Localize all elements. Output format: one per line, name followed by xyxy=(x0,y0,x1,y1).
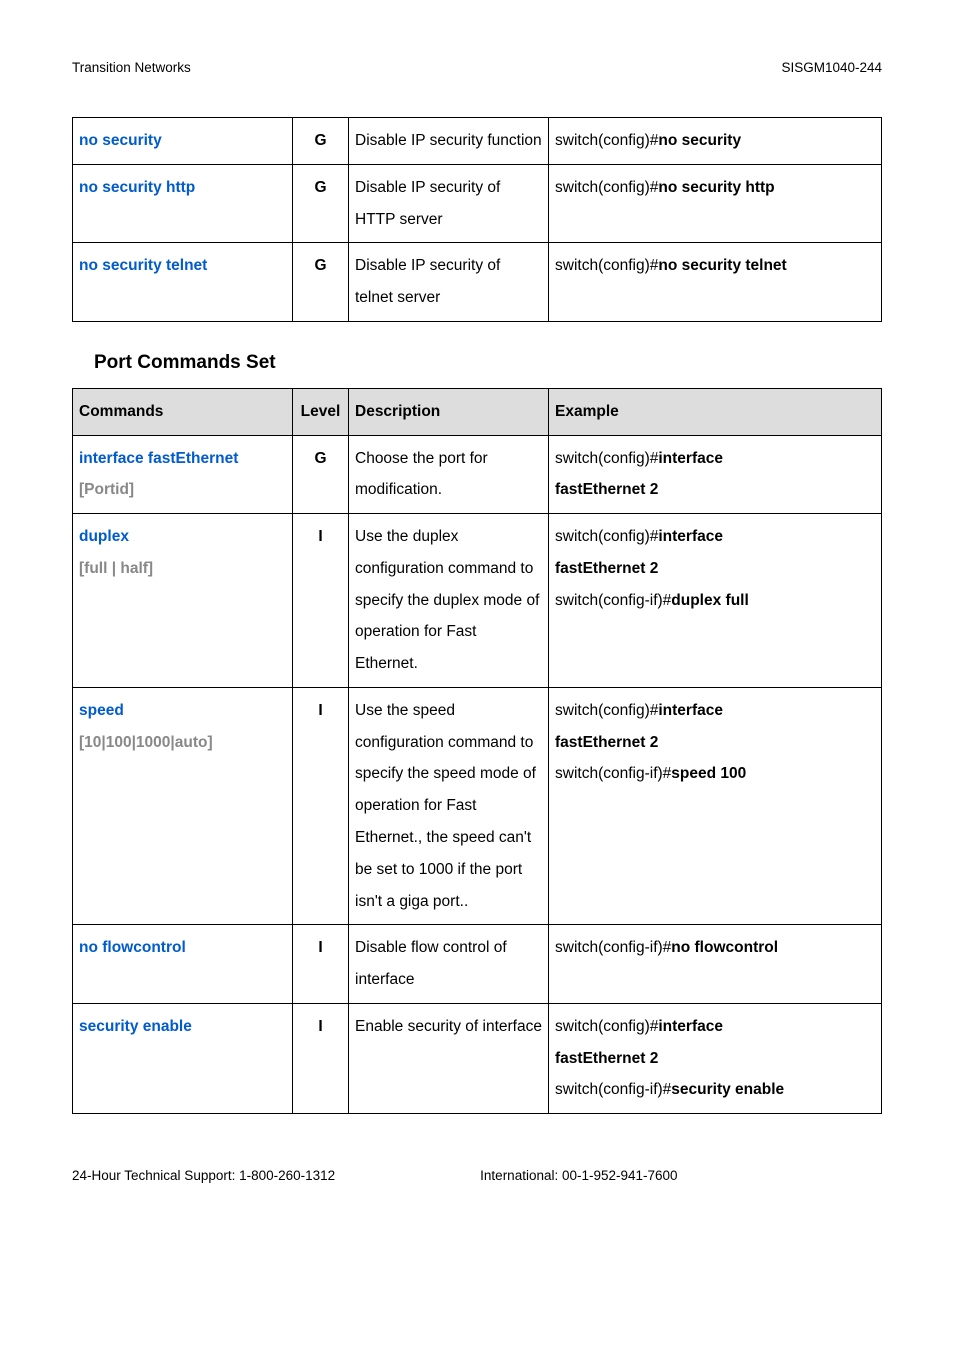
description-cell: Use the duplex configuration command to … xyxy=(349,514,549,688)
example-cell: switch(config)#no security xyxy=(549,118,882,165)
col-commands: Commands xyxy=(73,388,293,435)
command-cell: no flowcontrol xyxy=(73,925,293,1004)
level-cell: G xyxy=(293,435,349,514)
example-cell: switch(config)#interfacefastEthernet 2 xyxy=(549,435,882,514)
description-cell: Disable IP security of telnet server xyxy=(349,243,549,322)
example-cell: switch(config-if)#no flowcontrol xyxy=(549,925,882,1004)
command-params: [Portid] xyxy=(79,481,134,498)
table-row: duplex [full | half] IUse the duplex confi… xyxy=(73,514,882,688)
footer-left: 24-Hour Technical Support: 1-800-260-131… xyxy=(72,1168,335,1183)
command-name: no security telnet xyxy=(79,257,207,274)
level-cell: I xyxy=(293,514,349,688)
description-cell: Disable IP security function xyxy=(349,118,549,165)
command-name: speed xyxy=(79,702,124,719)
example-cell: switch(config)#no security telnet xyxy=(549,243,882,322)
table-row: no security http GDisable IP security of … xyxy=(73,164,882,243)
col-description: Description xyxy=(349,388,549,435)
command-name: duplex xyxy=(79,528,129,545)
description-cell: Use the speed configuration command to s… xyxy=(349,687,549,924)
command-params: [10|100|1000|auto] xyxy=(79,734,213,751)
example-cell: switch(config)#interfacefastEthernet 2sw… xyxy=(549,514,882,688)
level-cell: G xyxy=(293,243,349,322)
section-title: Port Commands Set xyxy=(94,352,882,374)
footer-right: International: 00-1-952-941-7600 xyxy=(480,1168,677,1183)
example-cell: switch(config)#interfacefastEthernet 2sw… xyxy=(549,687,882,924)
table-head-row: Commands Level Description Example xyxy=(73,388,882,435)
command-name: security enable xyxy=(79,1018,192,1035)
level-cell: G xyxy=(293,164,349,243)
table-row: security enable IEnable security of inter… xyxy=(73,1003,882,1113)
command-name: interface fastEthernet xyxy=(79,450,238,467)
table-row: no security GDisable IP security function… xyxy=(73,118,882,165)
command-cell: security enable xyxy=(73,1003,293,1113)
level-cell: G xyxy=(293,118,349,165)
command-name: no security xyxy=(79,132,162,149)
example-cell: switch(config)#interfacefastEthernet 2sw… xyxy=(549,1003,882,1113)
command-name: no flowcontrol xyxy=(79,939,186,956)
command-cell: speed [10|100|1000|auto] xyxy=(73,687,293,924)
page-footer: 24-Hour Technical Support: 1-800-260-131… xyxy=(72,1168,882,1183)
header-left: Transition Networks xyxy=(72,60,191,75)
col-level: Level xyxy=(293,388,349,435)
level-cell: I xyxy=(293,1003,349,1113)
level-cell: I xyxy=(293,687,349,924)
table-row: no flowcontrol IDisable flow control of i… xyxy=(73,925,882,1004)
level-cell: I xyxy=(293,925,349,1004)
description-cell: Enable security of interface xyxy=(349,1003,549,1113)
command-cell: duplex [full | half] xyxy=(73,514,293,688)
description-cell: Disable IP security of HTTP server xyxy=(349,164,549,243)
table-row: interface fastEthernet [Portid] GChoose th… xyxy=(73,435,882,514)
table-row: speed [10|100|1000|auto] IUse the speed co… xyxy=(73,687,882,924)
col-example: Example xyxy=(549,388,882,435)
description-cell: Choose the port for modification. xyxy=(349,435,549,514)
security-table: no securityGDisable IP security function… xyxy=(72,117,882,322)
port-commands-table: Commands Level Description Example inter… xyxy=(72,388,882,1114)
description-cell: Disable flow control of interface xyxy=(349,925,549,1004)
header-right: SISGM1040-244 xyxy=(781,60,882,75)
command-cell: interface fastEthernet [Portid] xyxy=(73,435,293,514)
table-row: no security telnet GDisable IP security o… xyxy=(73,243,882,322)
example-cell: switch(config)#no security http xyxy=(549,164,882,243)
command-params: [full | half] xyxy=(79,560,153,577)
page-header: Transition Networks SISGM1040-244 xyxy=(72,60,882,75)
command-name: no security http xyxy=(79,179,195,196)
